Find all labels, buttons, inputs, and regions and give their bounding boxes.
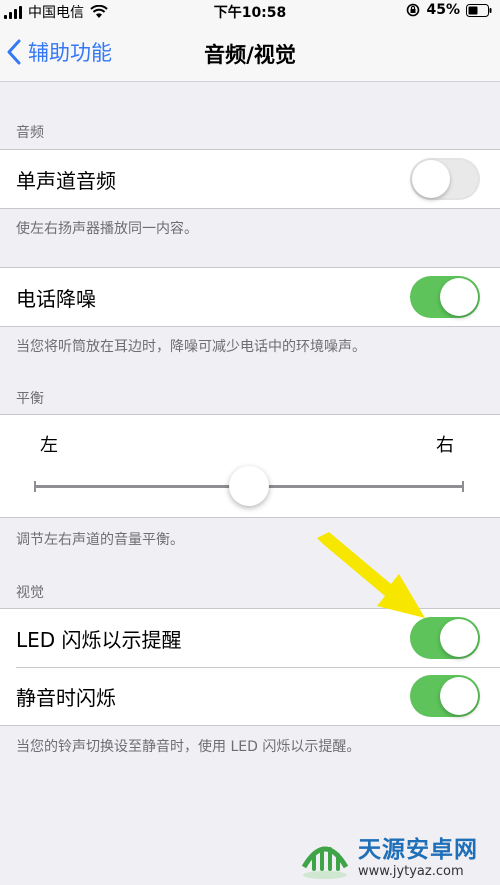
balance-left-label: 左 [40, 435, 58, 456]
balance-slider-thumb[interactable] [229, 466, 269, 506]
battery-percent: 45% [426, 2, 460, 18]
toggle-knob [440, 278, 478, 316]
watermark-logo-icon [301, 846, 349, 879]
visual-footer: 当您的铃声切换设至静音时，使用 LED 闪烁以示提醒。 [16, 739, 361, 755]
watermark: 天源安卓网 www.jytyaz.com [298, 826, 498, 882]
battery-icon [466, 3, 492, 17]
toggle-knob [412, 160, 450, 198]
group-balance: 左 右 [0, 414, 500, 518]
group-phone-noise: 电话降噪 [0, 267, 500, 327]
arrow-annotation-icon [317, 532, 425, 618]
phone-noise-footer: 当您将听筒放在耳边时，降噪可减少电话中的环境噪声。 [16, 339, 366, 355]
slider-left-cap [34, 481, 36, 492]
row-flash-silent: 静音时闪烁 [0, 667, 500, 725]
section-header-visual: 视觉 [16, 585, 44, 601]
row-phone-noise: 电话降噪 [0, 268, 500, 326]
row-mono-audio: 单声道音频 [0, 150, 500, 208]
mono-audio-label: 单声道音频 [16, 168, 116, 193]
mono-audio-footer: 使左右扬声器播放同一内容。 [16, 221, 198, 237]
navigation-bar: 辅助功能 音频/视觉 [0, 22, 500, 82]
balance-right-label: 右 [436, 435, 454, 456]
slider-right-cap [462, 481, 464, 492]
watermark-url: www.jytyaz.com [358, 863, 464, 879]
mono-audio-toggle[interactable] [410, 158, 480, 200]
status-bar: 中国电信 下午10:58 45% [0, 0, 500, 22]
phone-noise-label: 电话降噪 [16, 286, 96, 311]
toggle-knob [440, 677, 478, 715]
section-header-balance: 平衡 [16, 391, 44, 407]
rotation-lock-icon [407, 3, 420, 17]
group-mono-audio: 单声道音频 [0, 149, 500, 209]
balance-footer: 调节左右声道的音量平衡。 [16, 532, 184, 548]
section-header-audio: 音频 [16, 125, 44, 141]
watermark-title: 天源安卓网 [358, 836, 478, 863]
flash-silent-label: 静音时闪烁 [16, 685, 116, 710]
flash-silent-toggle[interactable] [410, 675, 480, 717]
toggle-knob [440, 619, 478, 657]
balance-slider-track[interactable] [34, 466, 464, 506]
phone-noise-toggle[interactable] [410, 276, 480, 318]
led-flash-label: LED 闪烁以示提醒 [16, 627, 182, 652]
page-title: 音频/视觉 [204, 43, 296, 67]
